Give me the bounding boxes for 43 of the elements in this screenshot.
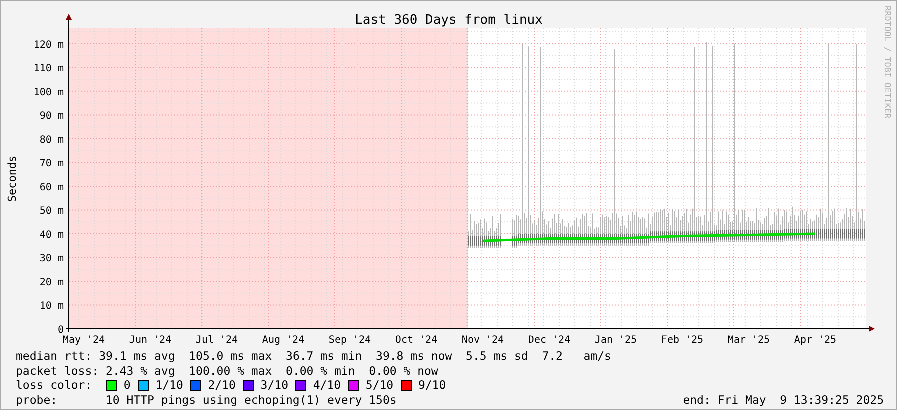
swatch-label: 0: [124, 378, 131, 392]
swatch-label: 2/10: [208, 378, 236, 392]
x-tick-label: Apr '25: [794, 335, 837, 346]
y-tick-label: 60 m: [40, 182, 64, 194]
x-tick-label: Feb '25: [661, 335, 704, 346]
chart-title: Last 360 Days from linux: [355, 13, 543, 28]
y-tick-label: 90 m: [40, 111, 64, 122]
side-credit: RRDTOOL / TOBI OETIKER: [882, 6, 892, 119]
y-tick-label: 50 m: [40, 206, 64, 218]
y-tick-label: 80 m: [40, 134, 64, 146]
y-tick-label: 40 m: [40, 230, 64, 241]
x-tick-label: Jul '24: [196, 335, 238, 346]
x-tick-label: Dec '24: [528, 335, 571, 346]
swatch-label: 4/10: [313, 378, 342, 392]
y-tick-label: 120 m: [34, 40, 64, 51]
legend-label: loss color:: [16, 378, 94, 392]
x-tick-label: May '24: [62, 335, 106, 346]
legend-label: median rtt:: [16, 349, 92, 364]
x-tick-label: Aug '24: [262, 335, 305, 346]
legend-label: packet loss:: [16, 364, 100, 378]
y-tick-label: 100 m: [34, 87, 64, 98]
legend-label: probe:: [16, 392, 59, 407]
x-tick-label: Oct '24: [395, 335, 438, 346]
x-tick-label: Nov '24: [462, 335, 504, 346]
probe-text: 10 HTTP pings using echoping(1) every 150s: [106, 392, 397, 407]
swatch-label: 5/10: [366, 378, 394, 392]
legend-stats: 39.1 ms avg 105.0 ms max 36.7 ms min 39.8 ms now 5.5 ms sd 7.2 am/s: [99, 349, 612, 364]
y-tick-label: 70 m: [40, 158, 64, 170]
y-tick-label: 20 m: [40, 277, 64, 288]
x-tick-label: Sep '24: [328, 335, 372, 346]
x-tick-label: Jun '24: [129, 335, 172, 346]
y-tick-label: 30 m: [40, 254, 64, 265]
y-tick-label: 0: [58, 325, 64, 336]
x-tick-label: Mar '25: [728, 335, 770, 346]
swatch-label: 9/10: [418, 378, 446, 392]
legend-stats: 2.43 % avg 100.00 % max 0.00 % min 0.00 % now: [106, 364, 438, 378]
swatch-label: 1/10: [156, 378, 184, 392]
y-tick-label: 10 m: [40, 301, 64, 312]
x-tick-label: Jan '25: [594, 335, 638, 346]
y-axis-label: Seconds: [6, 156, 19, 202]
end-time: end: Fri May 9 13:39:25 2025: [683, 392, 884, 407]
swatch-label: 3/10: [260, 378, 288, 392]
y-tick-label: 110 m: [34, 64, 64, 75]
